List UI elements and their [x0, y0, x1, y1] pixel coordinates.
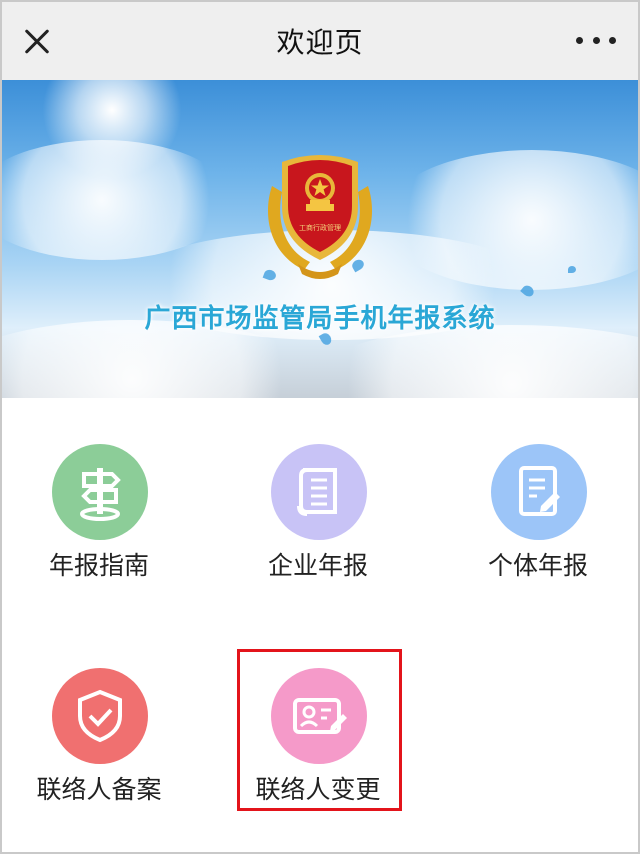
- banner: 工商行政管理 广西市场监管局手机年报系统: [2, 80, 638, 398]
- document-edit-icon: [491, 444, 587, 540]
- title-bar: 欢迎页: [2, 2, 638, 80]
- signpost-icon: [52, 444, 148, 540]
- menu-item-individual-annual-report[interactable]: 个体年报: [443, 444, 633, 594]
- menu-label: 个体年报: [487, 551, 588, 580]
- close-icon[interactable]: [18, 22, 58, 62]
- petal: [568, 266, 576, 273]
- more-icon[interactable]: [576, 28, 616, 52]
- highlight-box: [237, 649, 402, 811]
- menu-label: 联络人备案: [36, 775, 162, 804]
- emblem-text: 工商行政管理: [299, 223, 341, 232]
- menu-label: 年报指南: [48, 551, 149, 580]
- scroll-icon: [271, 444, 367, 540]
- menu-item-enterprise-annual-report[interactable]: 企业年报: [223, 444, 413, 594]
- menu-item-contact-filing[interactable]: 联络人备案: [4, 668, 194, 818]
- banner-title: 广西市场监管局手机年报系统: [144, 304, 496, 334]
- shield-check-icon: [52, 668, 148, 764]
- page-title: 欢迎页: [276, 26, 364, 59]
- menu-item-annual-report-guide[interactable]: 年报指南: [4, 444, 194, 594]
- menu-label: 企业年报: [267, 551, 368, 580]
